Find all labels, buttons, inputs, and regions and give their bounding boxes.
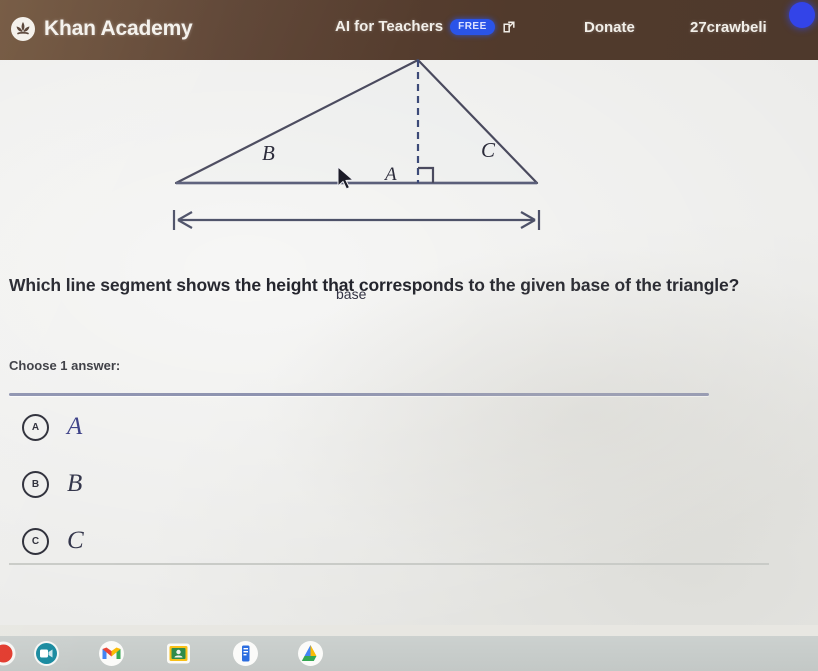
choice-label-c: C [67,527,84,554]
avatar[interactable] [789,2,815,28]
divider [9,393,709,396]
nav-item-ai-for-teachers[interactable]: AI for Teachers FREE [335,18,516,35]
choice-marker-a: A [22,413,49,441]
brand-logo-link[interactable]: Khan Academy [10,16,193,42]
question-text: Which line segment shows the height that… [9,275,740,295]
answer-choice-b[interactable]: B B [22,461,712,507]
brand-name: Khan Academy [44,17,193,40]
mouse-cursor-icon [336,166,358,194]
nav-ai-label: AI for Teachers [335,18,444,35]
nav-item-username[interactable]: 27crawbeli [690,19,767,36]
khan-academy-exercise-screen: Khan Academy AI for Teachers FREE Donate… [0,0,818,671]
external-link-icon [502,20,516,34]
docs-icon[interactable] [232,640,259,667]
free-badge: FREE [450,18,495,35]
meet-video-icon[interactable] [33,640,60,667]
choice-marker-b: B [22,470,49,498]
diagram-label-b: B [262,141,275,165]
choose-answer-label: Choose 1 answer: [9,358,121,373]
nav-item-donate[interactable]: Donate [584,19,635,36]
os-taskbar: Nov 26 8:05 [0,636,818,671]
taskbar-gap [0,625,818,636]
choice-marker-c: C [22,527,49,555]
diagram-label-a: A [385,164,397,185]
gmail-icon[interactable] [98,640,125,667]
site-header: Khan Academy AI for Teachers FREE Donate… [0,0,818,60]
exercise-footer: 2 of 4 Skip C [0,565,818,625]
google-drive-icon[interactable] [297,640,324,667]
google-classroom-icon[interactable] [165,640,192,667]
khan-leaf-icon [10,16,36,42]
choice-label-a: A [67,413,83,440]
choice-label-b: B [67,470,83,497]
partial-red-app-icon[interactable] [0,640,17,667]
answer-choice-c[interactable]: C C [22,518,712,564]
answer-choice-a[interactable]: A A [22,404,712,450]
diagram-label-c: C [481,138,496,162]
triangle-diagram: B A C base [0,58,600,302]
